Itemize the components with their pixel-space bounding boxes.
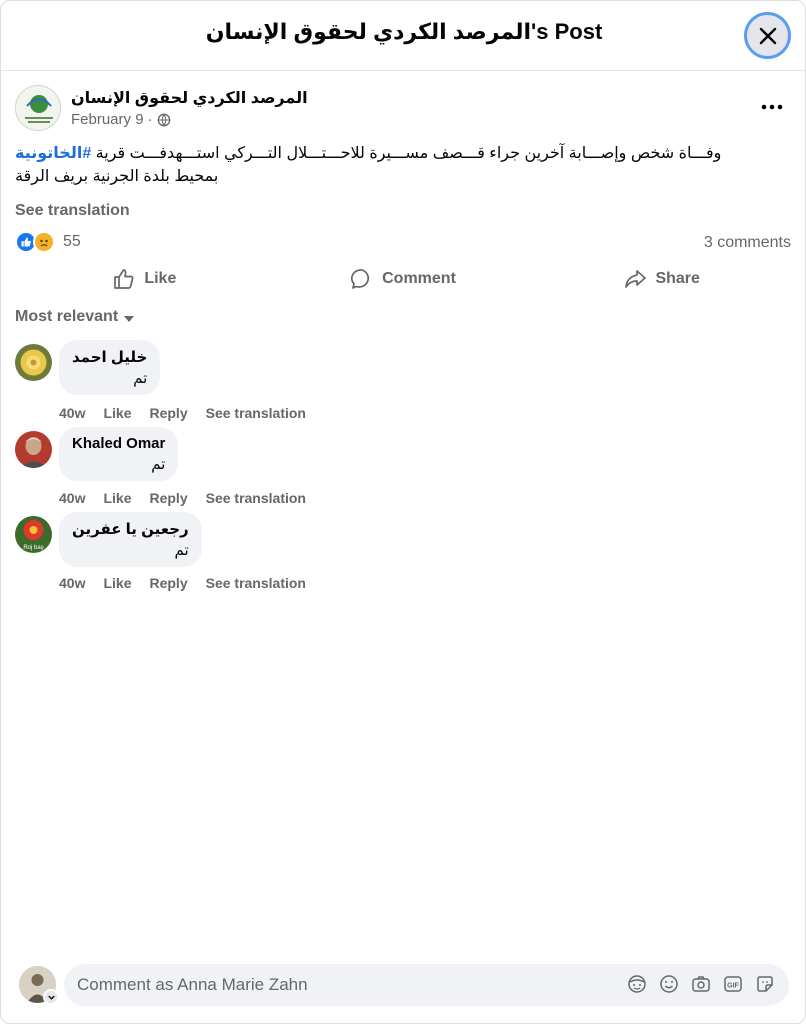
comment-text: تم — [133, 370, 148, 387]
avatar-sticker-icon — [628, 975, 646, 993]
comment-translate-link[interactable]: See translation — [206, 490, 306, 506]
comment-actions: 40w Like Reply See translation — [59, 490, 306, 506]
camera-icon — [692, 976, 710, 992]
commenter-name[interactable]: خليل احمد — [72, 348, 147, 366]
emoji-icon — [660, 975, 678, 993]
like-button[interactable]: Like — [15, 257, 274, 301]
comment-age[interactable]: 40w — [59, 575, 85, 591]
share-arrow-icon — [625, 270, 647, 288]
comment-text: تم — [151, 456, 166, 473]
comment-translate-link[interactable]: See translation — [206, 405, 306, 421]
commenter-name[interactable]: Khaled Omar — [72, 435, 165, 452]
svg-text:GIF: GIF — [727, 983, 739, 990]
emoji-button[interactable] — [659, 974, 679, 994]
person-avatar-icon — [15, 431, 52, 468]
sticker-button[interactable] — [755, 974, 775, 994]
comment-label: Comment — [382, 270, 456, 287]
see-translation-link[interactable]: See translation — [15, 202, 130, 220]
comment-button[interactable]: Comment — [274, 257, 533, 301]
commenter-avatar[interactable]: Roj baş — [15, 516, 52, 553]
page-avatar[interactable] — [15, 85, 61, 131]
close-button[interactable] — [744, 12, 791, 59]
meta-separator: · — [147, 111, 153, 128]
reaction-count: 55 — [63, 233, 81, 250]
avatar-sticker-button[interactable] — [627, 974, 647, 994]
comment-like-link[interactable]: Like — [103, 405, 131, 421]
comment-age[interactable]: 40w — [59, 490, 85, 506]
share-button[interactable]: Share — [532, 257, 791, 301]
modal-title: المرصد الكردي لحقوق الإنسان's Post — [205, 19, 603, 44]
gif-icon: GIF — [724, 976, 742, 992]
hashtag-link[interactable]: #الخاتونية — [15, 145, 91, 162]
post-text-line2: بمحيط بلدة الجرنية بريف الرقة — [15, 168, 219, 185]
thumbs-up-icon — [114, 269, 134, 289]
post-date[interactable]: February 9 — [71, 111, 144, 128]
sad-reaction-icon — [33, 231, 55, 253]
commenter-name[interactable]: رجعين يا عفرين — [72, 520, 189, 538]
modal-header: المرصد الكردي لحقوق الإنسان's Post — [1, 1, 805, 71]
comments-count-link[interactable]: 3 comments — [704, 234, 791, 252]
flower-avatar-icon: Roj baş — [15, 516, 52, 553]
post-body: وفـــاة شخص وإصـــابة آخرين جراء قـــصف … — [15, 142, 791, 188]
avatar-caption: Roj baş — [23, 545, 43, 551]
comment-actions: 40w Like Reply See translation — [59, 575, 306, 591]
comment-reply-link[interactable]: Reply — [149, 490, 187, 506]
like-label: Like — [144, 270, 177, 287]
comment-age[interactable]: 40w — [59, 405, 85, 421]
share-label: Share — [655, 270, 700, 287]
comment-bubble: Khaled Omar تم — [59, 427, 179, 481]
comment-bubble: خليل احمد تم — [59, 340, 161, 395]
camera-button[interactable] — [691, 974, 711, 994]
comment-reply-link[interactable]: Reply — [149, 575, 187, 591]
more-icon — [761, 104, 783, 110]
comment-translate-link[interactable]: See translation — [206, 575, 306, 591]
flower-avatar-icon — [15, 344, 52, 381]
page-name-link[interactable]: المرصد الكردي لحقوق الإنسان — [71, 88, 308, 108]
comment-bubble: رجعين يا عفرين تم — [59, 512, 202, 567]
commenter-avatar[interactable] — [15, 344, 52, 381]
post-action-bar: Like Comment Share — [15, 257, 791, 301]
sort-label: Most relevant — [15, 308, 119, 325]
post-meta: February 9 · — [71, 111, 171, 128]
post-text-main: وفـــاة شخص وإصـــابة آخرين جراء قـــصف … — [91, 145, 722, 162]
caret-down-icon — [124, 315, 135, 322]
comment-actions: 40w Like Reply See translation — [59, 405, 306, 421]
comment-like-link[interactable]: Like — [103, 490, 131, 506]
comment-bubble-icon — [351, 269, 370, 289]
close-icon — [759, 27, 776, 44]
chevron-down-icon — [47, 995, 55, 1000]
more-options-button[interactable] — [754, 93, 790, 121]
page-logo-icon — [16, 86, 60, 130]
gif-button[interactable]: GIF — [723, 974, 743, 994]
commenter-avatar[interactable] — [15, 431, 52, 468]
profile-switch-button[interactable] — [43, 989, 59, 1005]
globe-icon — [157, 113, 170, 127]
comment-like-link[interactable]: Like — [103, 575, 131, 591]
comment-reply-link[interactable]: Reply — [149, 405, 187, 421]
post-modal: المرصد الكردي لحقوق الإنسان's Post المرص… — [0, 0, 806, 1024]
reactions-summary[interactable]: 55 — [15, 231, 81, 253]
sticker-icon — [757, 976, 773, 992]
composer-tools: GIF — [627, 974, 775, 994]
comment-sort-dropdown[interactable]: Most relevant — [15, 308, 135, 326]
comment-text: تم — [174, 542, 189, 559]
